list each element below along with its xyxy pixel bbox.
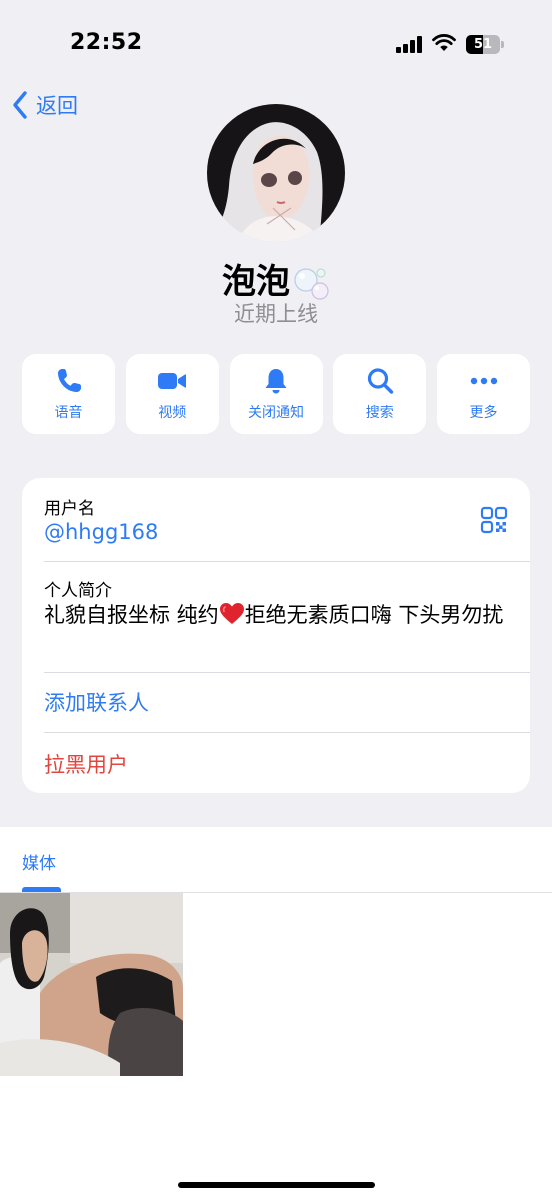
profile-name: 泡泡 bbox=[222, 262, 290, 302]
chevron-left-icon bbox=[13, 91, 27, 119]
search-icon bbox=[367, 368, 393, 394]
voice-call-label: 语音 bbox=[54, 405, 83, 421]
voice-call-button[interactable]: 语音 bbox=[22, 354, 115, 434]
bubbles-emoji-icon bbox=[294, 267, 329, 300]
heart-emoji-icon bbox=[219, 603, 244, 624]
presence-status: 近期上线 bbox=[234, 302, 318, 326]
battery-icon: 51 bbox=[466, 35, 504, 54]
status-bar: 22:52 51 bbox=[0, 0, 552, 88]
mute-notifications-button[interactable]: 关闭通知 bbox=[229, 354, 323, 434]
profile-name-row: 泡泡 bbox=[0, 254, 552, 303]
home-indicator[interactable] bbox=[178, 1182, 375, 1188]
block-user-button[interactable]: 拉黑用户 bbox=[44, 749, 128, 779]
status-time: 22:52 bbox=[70, 30, 143, 55]
username-row[interactable]: 用户名 @hhgg168 bbox=[22, 478, 530, 561]
more-label: 更多 bbox=[469, 405, 498, 421]
avatar[interactable] bbox=[207, 104, 345, 242]
bio-text-part1: 礼貌自报坐标 纯约 bbox=[44, 603, 219, 627]
search-label: 搜索 bbox=[365, 405, 394, 421]
mute-notifications-label: 关闭通知 bbox=[248, 405, 304, 421]
qr-code-icon[interactable] bbox=[480, 506, 508, 534]
battery-level: 51 bbox=[473, 37, 493, 52]
action-buttons: 语音 视频 关闭通知 搜索 更多 bbox=[22, 354, 530, 434]
back-label: 返回 bbox=[36, 94, 78, 118]
video-call-button[interactable]: 视频 bbox=[125, 354, 219, 434]
media-section: 媒体 bbox=[0, 827, 552, 1200]
profile-info-card: 用户名 @hhgg168 个人简介 礼貌自报坐标 纯约 拒绝无素质口嗨 下头男勿扰… bbox=[22, 478, 530, 793]
search-button[interactable]: 搜索 bbox=[333, 354, 427, 434]
bio-text: 礼貌自报坐标 纯约 拒绝无素质口嗨 下头男勿扰 bbox=[44, 600, 514, 631]
bio-label: 个人简介 bbox=[44, 581, 112, 601]
more-dots-icon bbox=[470, 377, 497, 385]
media-thumbnail[interactable] bbox=[0, 893, 183, 1076]
bio-text-part2: 拒绝无素质口嗨 下头男勿扰 bbox=[244, 603, 504, 627]
back-button[interactable]: 返回 bbox=[10, 88, 78, 122]
more-button[interactable]: 更多 bbox=[437, 354, 530, 434]
video-camera-icon bbox=[158, 373, 187, 389]
phone-icon bbox=[57, 369, 81, 392]
block-user-row[interactable]: 拉黑用户 bbox=[22, 733, 530, 793]
username-label: 用户名 bbox=[44, 499, 95, 519]
wifi-icon bbox=[432, 34, 456, 51]
cellular-signal-icon bbox=[396, 36, 424, 53]
add-contact-button[interactable]: 添加联系人 bbox=[44, 687, 149, 717]
username-value[interactable]: @hhgg168 bbox=[44, 520, 158, 544]
add-contact-row[interactable]: 添加联系人 bbox=[22, 673, 530, 732]
bio-row: 个人简介 礼貌自报坐标 纯约 拒绝无素质口嗨 下头男勿扰 bbox=[22, 562, 530, 672]
bell-icon bbox=[265, 369, 287, 394]
video-call-label: 视频 bbox=[158, 405, 187, 421]
tab-media[interactable]: 媒体 bbox=[22, 849, 56, 874]
